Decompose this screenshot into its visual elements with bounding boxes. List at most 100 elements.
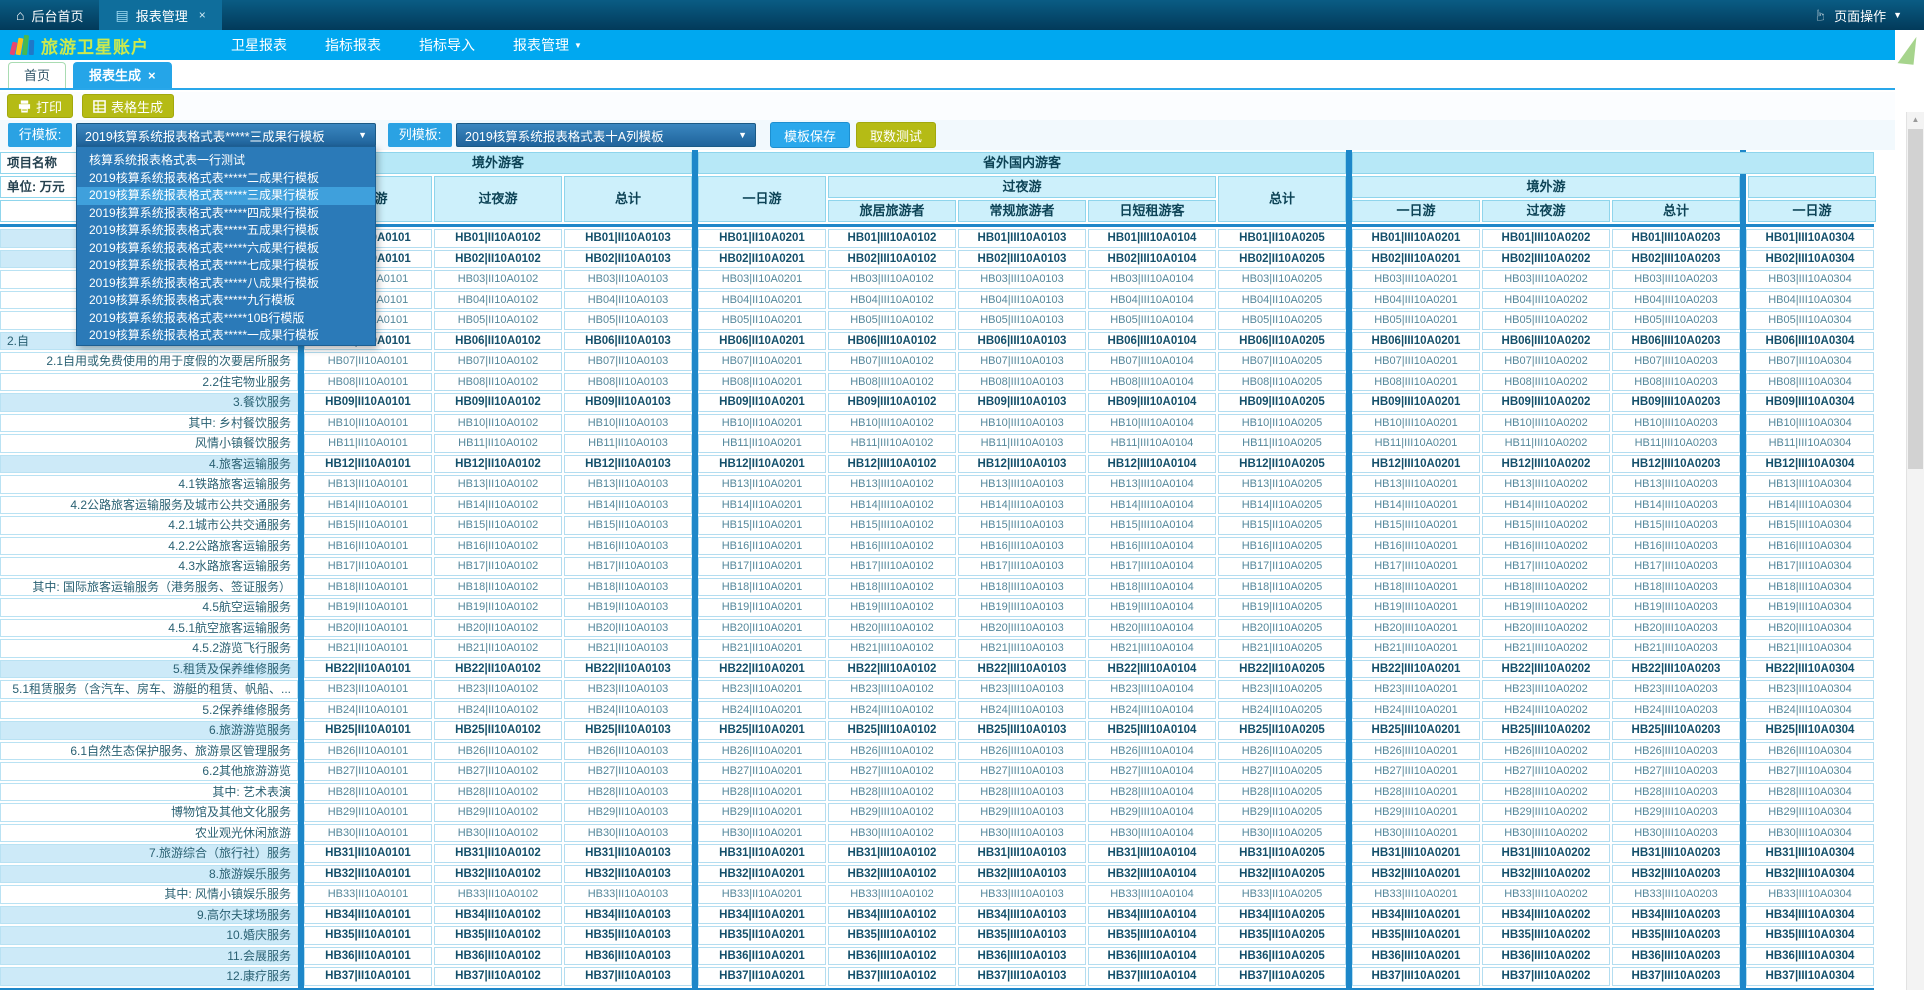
data-cell[interactable]: HB07|II10A0101 — [304, 352, 432, 371]
data-cell[interactable]: HB02|III10A0304 — [1746, 250, 1874, 269]
data-cell[interactable]: HB10|II10A0102 — [434, 414, 562, 433]
close-tab-icon[interactable]: × — [199, 8, 206, 22]
data-cell[interactable]: HB03|II10A0201 — [698, 270, 826, 289]
data-cell[interactable]: HB03|III10A0104 — [1088, 270, 1216, 289]
data-cell[interactable]: HB17|II10A0103 — [564, 557, 692, 576]
data-cell[interactable]: HB15|II10A0102 — [434, 516, 562, 535]
data-cell[interactable]: HB23|III10A0201 — [1352, 680, 1480, 699]
data-cell[interactable]: HB17|III10A0104 — [1088, 557, 1216, 576]
data-cell[interactable]: HB35|II10A0205 — [1218, 926, 1346, 945]
data-cell[interactable]: HB27|III10A0102 — [828, 762, 956, 781]
data-cell[interactable]: HB01|III10A0104 — [1088, 229, 1216, 248]
data-cell[interactable]: HB15|III10A0104 — [1088, 516, 1216, 535]
data-cell[interactable]: HB30|III10A0104 — [1088, 824, 1216, 843]
data-cell[interactable]: HB15|II10A0201 — [698, 516, 826, 535]
data-cell[interactable]: HB22|II10A0101 — [304, 660, 432, 679]
data-cell[interactable]: HB11|II10A0101 — [304, 434, 432, 453]
data-cell[interactable]: HB34|II10A0201 — [698, 906, 826, 925]
data-cell[interactable]: HB19|III10A0202 — [1482, 598, 1610, 617]
data-cell[interactable]: HB33|II10A0201 — [698, 885, 826, 904]
data-cell[interactable]: HB26|III10A0203 — [1612, 742, 1740, 761]
data-cell[interactable]: HB36|III10A0203 — [1612, 947, 1740, 966]
data-cell[interactable]: HB08|III10A0102 — [828, 373, 956, 392]
data-cell[interactable]: HB03|III10A0103 — [958, 270, 1086, 289]
data-cell[interactable]: HB32|II10A0201 — [698, 865, 826, 884]
data-cell[interactable]: HB36|II10A0103 — [564, 947, 692, 966]
data-cell[interactable]: HB31|III10A0201 — [1352, 844, 1480, 863]
data-cell[interactable]: HB05|III10A0201 — [1352, 311, 1480, 330]
data-cell[interactable]: HB06|III10A0304 — [1746, 332, 1874, 351]
data-cell[interactable]: HB30|III10A0203 — [1612, 824, 1740, 843]
data-cell[interactable]: HB08|III10A0304 — [1746, 373, 1874, 392]
data-cell[interactable]: HB28|III10A0203 — [1612, 783, 1740, 802]
data-cell[interactable]: HB07|III10A0202 — [1482, 352, 1610, 371]
data-cell[interactable]: HB33|III10A0104 — [1088, 885, 1216, 904]
data-cell[interactable]: HB13|II10A0205 — [1218, 475, 1346, 494]
data-cell[interactable]: HB13|II10A0103 — [564, 475, 692, 494]
data-cell[interactable]: HB37|III10A0103 — [958, 967, 1086, 986]
data-cell[interactable]: HB18|II10A0201 — [698, 578, 826, 597]
data-cell[interactable]: HB27|II10A0102 — [434, 762, 562, 781]
fetch-test-button[interactable]: 取数测试 — [856, 122, 936, 148]
menu-item-report-management[interactable]: 报表管理 ▼ — [513, 35, 582, 55]
data-cell[interactable]: HB28|III10A0304 — [1746, 783, 1874, 802]
data-cell[interactable]: HB36|III10A0304 — [1746, 947, 1874, 966]
data-cell[interactable]: HB02|II10A0102 — [434, 250, 562, 269]
data-cell[interactable]: HB36|II10A0101 — [304, 947, 432, 966]
data-cell[interactable]: HB26|III10A0304 — [1746, 742, 1874, 761]
data-cell[interactable]: HB05|III10A0202 — [1482, 311, 1610, 330]
tab-backend-home[interactable]: ⌂ 后台首页 — [0, 0, 99, 30]
data-cell[interactable]: HB18|II10A0101 — [304, 578, 432, 597]
tab-report-generate[interactable]: 报表生成 × — [73, 62, 172, 88]
data-cell[interactable]: HB36|III10A0201 — [1352, 947, 1480, 966]
data-cell[interactable]: HB31|II10A0103 — [564, 844, 692, 863]
data-cell[interactable]: HB37|II10A0101 — [304, 967, 432, 986]
data-cell[interactable]: HB37|III10A0304 — [1746, 967, 1874, 986]
data-cell[interactable]: HB35|II10A0102 — [434, 926, 562, 945]
data-cell[interactable]: HB04|III10A0201 — [1352, 291, 1480, 310]
data-cell[interactable]: HB27|III10A0103 — [958, 762, 1086, 781]
data-cell[interactable]: HB37|II10A0205 — [1218, 967, 1346, 986]
data-cell[interactable]: HB06|III10A0102 — [828, 332, 956, 351]
data-cell[interactable]: HB26|II10A0205 — [1218, 742, 1346, 761]
data-cell[interactable]: HB10|III10A0202 — [1482, 414, 1610, 433]
data-cell[interactable]: HB09|III10A0201 — [1352, 393, 1480, 412]
data-cell[interactable]: HB27|II10A0101 — [304, 762, 432, 781]
data-cell[interactable]: HB08|II10A0103 — [564, 373, 692, 392]
data-cell[interactable]: HB15|III10A0304 — [1746, 516, 1874, 535]
data-cell[interactable]: HB11|III10A0203 — [1612, 434, 1740, 453]
data-cell[interactable]: HB02|III10A0102 — [828, 250, 956, 269]
data-cell[interactable]: HB04|III10A0203 — [1612, 291, 1740, 310]
data-cell[interactable]: HB15|II10A0101 — [304, 516, 432, 535]
data-cell[interactable]: HB08|III10A0203 — [1612, 373, 1740, 392]
data-cell[interactable]: HB32|III10A0203 — [1612, 865, 1740, 884]
data-cell[interactable]: HB19|II10A0103 — [564, 598, 692, 617]
data-cell[interactable]: HB09|III10A0102 — [828, 393, 956, 412]
data-cell[interactable]: HB11|III10A0201 — [1352, 434, 1480, 453]
row-template-select[interactable]: 2019核算系统报表格式表*****三成果行模板 ▼ — [76, 123, 376, 147]
data-cell[interactable]: HB16|II10A0102 — [434, 537, 562, 556]
data-cell[interactable]: HB10|III10A0304 — [1746, 414, 1874, 433]
data-cell[interactable]: HB31|III10A0103 — [958, 844, 1086, 863]
data-cell[interactable]: HB35|III10A0103 — [958, 926, 1086, 945]
data-cell[interactable]: HB03|III10A0201 — [1352, 270, 1480, 289]
data-cell[interactable]: HB07|II10A0201 — [698, 352, 826, 371]
data-cell[interactable]: HB01|III10A0102 — [828, 229, 956, 248]
data-cell[interactable]: HB02|III10A0202 — [1482, 250, 1610, 269]
data-cell[interactable]: HB06|III10A0103 — [958, 332, 1086, 351]
data-cell[interactable]: HB29|III10A0104 — [1088, 803, 1216, 822]
data-cell[interactable]: HB20|III10A0202 — [1482, 619, 1610, 638]
data-cell[interactable]: HB11|III10A0103 — [958, 434, 1086, 453]
data-cell[interactable]: HB09|II10A0102 — [434, 393, 562, 412]
data-cell[interactable]: HB21|II10A0102 — [434, 639, 562, 658]
data-cell[interactable]: HB25|III10A0203 — [1612, 721, 1740, 740]
data-cell[interactable]: HB12|III10A0203 — [1612, 455, 1740, 474]
data-cell[interactable]: HB27|III10A0202 — [1482, 762, 1610, 781]
data-cell[interactable]: HB27|III10A0201 — [1352, 762, 1480, 781]
data-cell[interactable]: HB35|III10A0104 — [1088, 926, 1216, 945]
menu-item-indicator-reports[interactable]: 指标报表 — [325, 35, 381, 55]
data-cell[interactable]: HB34|III10A0201 — [1352, 906, 1480, 925]
data-cell[interactable]: HB16|III10A0304 — [1746, 537, 1874, 556]
data-cell[interactable]: HB32|III10A0102 — [828, 865, 956, 884]
data-cell[interactable]: HB32|II10A0205 — [1218, 865, 1346, 884]
